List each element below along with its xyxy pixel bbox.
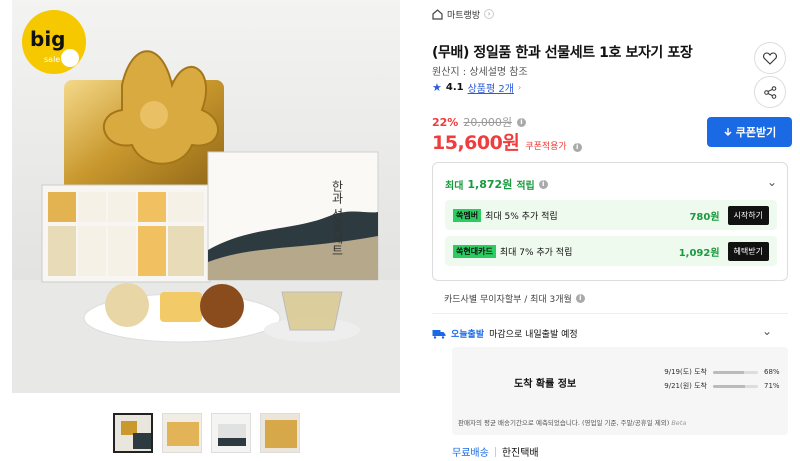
thumbnail-3[interactable] [211,413,251,453]
probability-percent: 68% [764,368,780,376]
box-label: 한과 선물세트 [330,180,344,256]
chevron-down-icon[interactable]: ⌄ [762,324,772,338]
promo-text: 최대 5% 추가 적립 [485,211,558,222]
truck-icon [432,329,446,339]
carrier-name: 한진택배 [501,448,539,459]
chevron-down-icon[interactable]: ⌄ [767,175,777,189]
delivery-date: 9/21(원) 도착 [664,382,707,390]
delivery-line: 9/19(도) 도착 68% [637,367,780,377]
store-name: 마트랭방 [447,10,481,21]
discount-rate: 22% [432,115,459,129]
svg-text:sale: sale [44,55,60,64]
thumbnail-1[interactable] [113,413,153,453]
card-info-text: 카드사별 무이자할부 / 최대 3개월 [444,295,572,305]
points-suffix: 적립 [516,180,535,192]
promo-action-button[interactable]: 시작하기 [727,205,769,225]
price-row: 15,600원 쿠폰적용가 i [432,128,582,155]
delivery-box-title: 도착 확률 정보 [514,379,577,390]
promo-mark: 쏙멤버 [453,208,482,222]
free-shipping-label: 무료배송 [452,448,489,459]
promo-mark: 쏙현대카드 [453,244,496,258]
coupon-price-label: 쿠폰적용가 [525,142,567,152]
svg-text:big: big [30,27,66,51]
promo-row: 쏙현대카드 최대 7% 추가 적립 1,092원 혜택받기 [445,236,777,266]
promo-action-button[interactable]: 혜택받기 [727,241,769,261]
download-icon [724,128,732,136]
info-icon[interactable]: i [572,143,582,152]
points-header: 최대 1,872원 적립 i [445,176,548,192]
divider [494,446,496,457]
box-lid: 한과 선물세트 [207,151,379,281]
points-prefix: 최대 [445,180,464,192]
shipping-row: 오늘출발 마감으로 내일출발 예정 [432,327,578,340]
product-title: (무배) 정일품 한과 선물세트 1호 보자기 포장 [432,45,693,61]
thumbnail-2[interactable] [162,413,202,453]
share-icon [763,85,776,99]
delivery-date: 9/19(도) 도착 [664,368,707,376]
share-button[interactable] [754,76,786,108]
today-shipping-label: 오늘출발 [451,330,485,340]
divider [432,313,788,314]
coupon-button-label: 쿠폰받기 [735,126,777,139]
delivery-probability-box: 도착 확률 정보 9/19(도) 도착 68% 9/21(원) 도착 71% 판… [452,347,788,435]
product-main-image: 한과 선물세트 big sale [12,0,400,393]
info-icon[interactable]: i [575,294,585,303]
info-icon[interactable]: i [538,179,548,189]
shipping-summary: 무료배송 한진택배 [452,444,539,459]
probability-percent: 71% [764,382,780,390]
card-installment-info: 카드사별 무이자할부 / 최대 3개월 i [444,292,585,305]
promo-amount: 1,092원 [678,247,720,259]
review-link[interactable]: 상품평 2개 [468,80,514,95]
info-icon[interactable]: i [516,117,526,127]
sale-price: 15,600원 [432,132,520,154]
thumbnail-4[interactable] [260,413,300,453]
origin-text: 원산지 : 상세설명 참조 [432,67,528,78]
probability-bar [713,384,758,388]
promo-row: 쏙멤버 최대 5% 추가 적립 780원 시작하기 [445,200,777,230]
probability-bar [713,370,758,374]
star-icon: ★ [432,81,442,94]
promo-amount: 780원 [689,211,720,223]
rating-score: 4.1 [445,82,464,93]
product-info-panel: 마트랭방 › (무배) 정일품 한과 선물세트 1호 보자기 포장 원산지 : … [432,0,792,461]
delivery-line: 9/21(원) 도착 71% [637,381,780,391]
store-link[interactable]: 마트랭방 › [432,6,495,22]
chevron-right-icon: › [517,83,522,92]
thumbnail-strip [113,413,300,453]
promo-text: 최대 7% 추가 적립 [499,247,573,258]
chevron-right-icon: › [484,9,495,19]
home-icon [432,8,443,20]
wishlist-button[interactable] [754,42,786,74]
heart-icon [763,51,777,65]
open-gift-box [41,184,211,283]
today-shipping-text: 마감으로 내일출발 예정 [489,330,578,340]
rating-row: ★ 4.1 상품평 2개 › [432,80,521,95]
delivery-note: 판매자의 평균 배송기간으로 예측되었습니다. (영업일 기준, 주말/공휴일 … [458,419,687,427]
big-sale-badge: big sale [22,10,86,74]
points-amount: 1,872원 [467,178,513,191]
coupon-download-button[interactable]: 쿠폰받기 [707,117,792,147]
points-box: 최대 1,872원 적립 i ⌄ 쏙멤버 최대 5% 추가 적립 780원 시작… [432,162,788,281]
